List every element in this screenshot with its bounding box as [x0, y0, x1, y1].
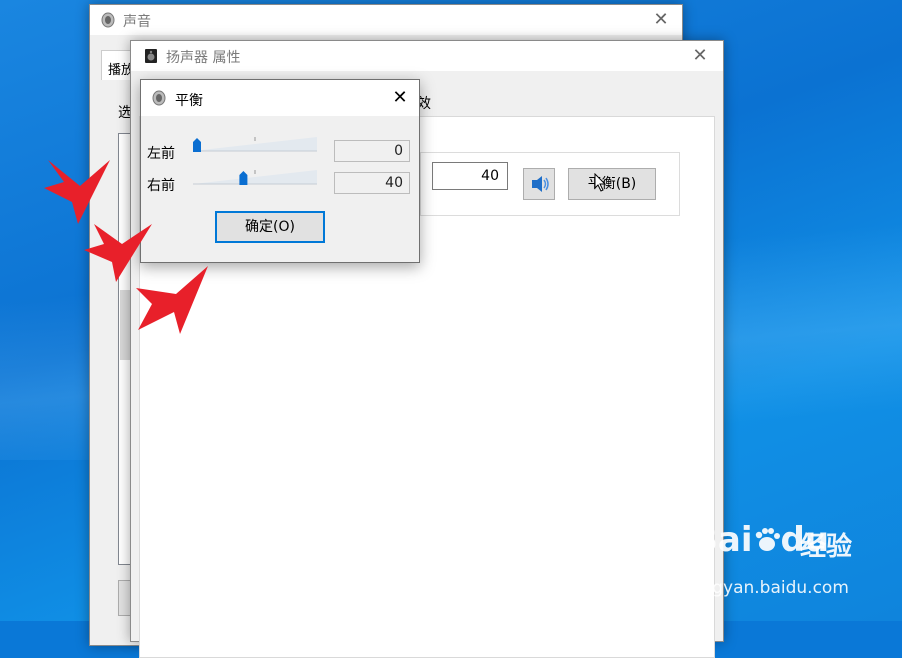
annotation-arrow-3	[136, 266, 208, 334]
left-front-slider-thumb	[193, 138, 201, 152]
speaker-icon	[101, 12, 115, 28]
speaker-icon	[152, 90, 166, 106]
balance-dialog-title: 平衡	[175, 93, 203, 109]
annotation-arrow-1	[44, 160, 110, 224]
balance-dialog: 平衡 ✕ 左前 0 右前 40 确定(O)	[140, 79, 420, 263]
right-front-slider[interactable]	[193, 169, 319, 189]
mute-button[interactable]	[523, 168, 555, 200]
speaker-volume-icon	[532, 176, 549, 192]
balance-dialog-titlebar[interactable]: 平衡 ✕	[141, 80, 419, 116]
close-icon[interactable]: ✕	[685, 45, 715, 67]
left-front-slider[interactable]	[193, 136, 319, 156]
right-front-label: 右前	[147, 178, 175, 194]
left-front-label: 左前	[147, 146, 175, 162]
watermark-product: 经验	[800, 532, 853, 562]
tab-effects[interactable]: 效	[417, 93, 437, 115]
left-front-value: 0	[334, 140, 410, 162]
cursor-icon	[594, 173, 607, 192]
right-front-value: 40	[334, 172, 410, 194]
balance-button[interactable]: 平衡(B)	[568, 168, 656, 200]
paw-icon	[755, 528, 780, 551]
close-icon[interactable]: ✕	[646, 9, 676, 31]
ok-button[interactable]: 确定(O)	[215, 211, 325, 243]
level-value-field[interactable]: 40	[432, 162, 508, 190]
right-front-slider-thumb	[239, 171, 248, 185]
speaker-device-icon	[145, 49, 157, 63]
speaker-properties-title: 扬声器 属性	[166, 50, 241, 66]
sound-window-title: 声音	[123, 14, 151, 30]
baidu-jingyan-watermark: Bai du 经验 jingyan.baidu.com	[692, 520, 892, 610]
speaker-properties-titlebar[interactable]: 扬声器 属性 ✕	[131, 41, 723, 71]
watermark-url: jingyan.baidu.com	[692, 578, 849, 598]
close-icon[interactable]: ✕	[385, 87, 415, 109]
sound-window-titlebar[interactable]: 声音 ✕	[90, 5, 682, 35]
